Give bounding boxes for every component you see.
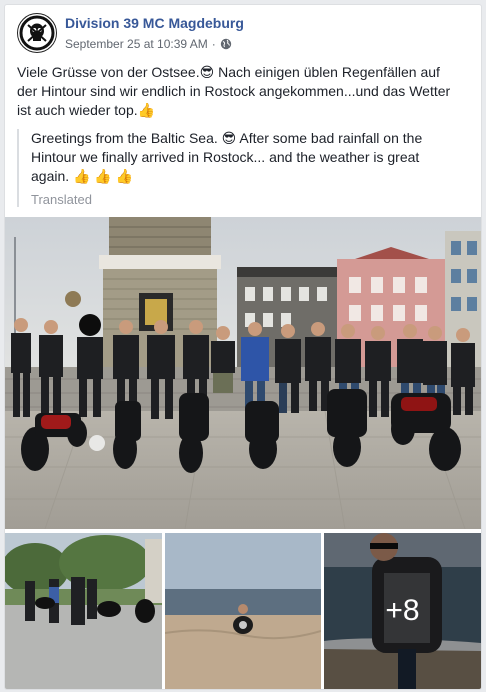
post-meta: September 25 at 10:39 AM · [65,37,232,51]
translation-line: Greetings from the Baltic Sea. 😎 After s… [31,130,423,146]
globe-icon[interactable] [220,38,232,50]
page-name-link[interactable]: Division 39 MC Magdeburg [65,15,244,31]
skull-logo-icon [19,15,55,51]
photo-grid: +8 [5,533,481,689]
page-avatar[interactable] [17,13,57,53]
translation-line: Hintour we finally arrived in Rostock...… [31,149,420,165]
photo-thumbnail[interactable] [5,533,162,689]
main-photo[interactable] [5,217,481,529]
photo-thumbnail[interactable] [165,533,321,689]
translated-label[interactable]: Translated [31,192,471,207]
translation-block: Greetings from the Baltic Sea. 😎 After s… [17,129,471,207]
beach-photo-image [165,533,321,689]
post-message: Viele Grüsse von der Ostsee.😎 Nach einig… [17,63,469,120]
translation-line: again. 👍 👍 👍 [31,168,134,184]
photo-thumbnail-more[interactable]: +8 [324,533,481,689]
group-photo-image [5,217,481,529]
parking-photo-image [5,533,162,689]
post-message-line: Viele Grüsse von der Ostsee.😎 Nach einig… [17,64,440,80]
translation-text: Greetings from the Baltic Sea. 😎 After s… [31,129,471,186]
post-message-line: der Hintour sind wir endlich in Rostock … [17,83,451,99]
more-photos-overlay[interactable]: +8 [324,533,481,689]
post-card: Division 39 MC Magdeburg September 25 at… [4,4,482,690]
more-photos-count: +8 [385,594,420,627]
post-timestamp[interactable]: September 25 at 10:39 AM [65,37,208,51]
meta-separator: · [211,37,216,51]
post-message-line: ist auch wieder top.👍 [17,102,156,118]
